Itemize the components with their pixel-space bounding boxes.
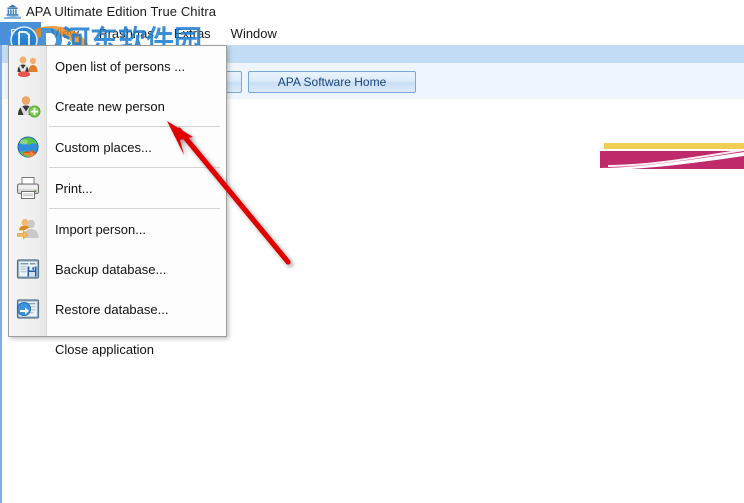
no-icon-placeholder <box>15 336 41 362</box>
menu-item-create-new-person[interactable]: Create new person <box>9 86 226 126</box>
menu-item-extras[interactable]: Extras <box>164 22 221 45</box>
apa-software-home-button[interactable]: APA Software Home <box>248 71 416 93</box>
menu-item-open-list-of-persons[interactable]: Open list of persons ... <box>9 46 226 86</box>
database-save-icon <box>15 256 41 282</box>
menu-item-print[interactable]: Print... <box>9 168 226 208</box>
menu-item-prashnas[interactable]: Prashnas <box>89 22 164 45</box>
menu-bar: File View Prashnas Extras Window <box>0 22 744 45</box>
globe-arrow-icon <box>15 134 41 160</box>
menu-item-restore-database[interactable]: Restore database... <box>9 289 226 329</box>
printer-icon <box>15 175 41 201</box>
menu-item-close-application[interactable]: Close application <box>9 329 226 369</box>
menu-item-file[interactable]: File <box>0 22 41 45</box>
ribbon-banner-graphic <box>600 143 744 171</box>
window-title-bar: APA Ultimate Edition True Chitra <box>0 0 744 22</box>
person-import-icon <box>15 216 41 242</box>
person-add-icon <box>15 93 41 119</box>
temple-icon <box>4 4 21 19</box>
persons-list-icon <box>15 53 41 79</box>
menu-item-backup-database[interactable]: Backup database... <box>9 249 226 289</box>
menu-item-import-person[interactable]: Import person... <box>9 209 226 249</box>
file-dropdown-menu[interactable]: Open list of persons ... Create new pers… <box>8 45 227 357</box>
window-title-text: APA Ultimate Edition True Chitra <box>26 3 217 19</box>
database-restore-icon <box>15 296 41 322</box>
menu-item-view[interactable]: View <box>41 22 89 45</box>
menu-item-window[interactable]: Window <box>221 22 287 45</box>
menu-item-custom-places[interactable]: Custom places... <box>9 127 226 167</box>
